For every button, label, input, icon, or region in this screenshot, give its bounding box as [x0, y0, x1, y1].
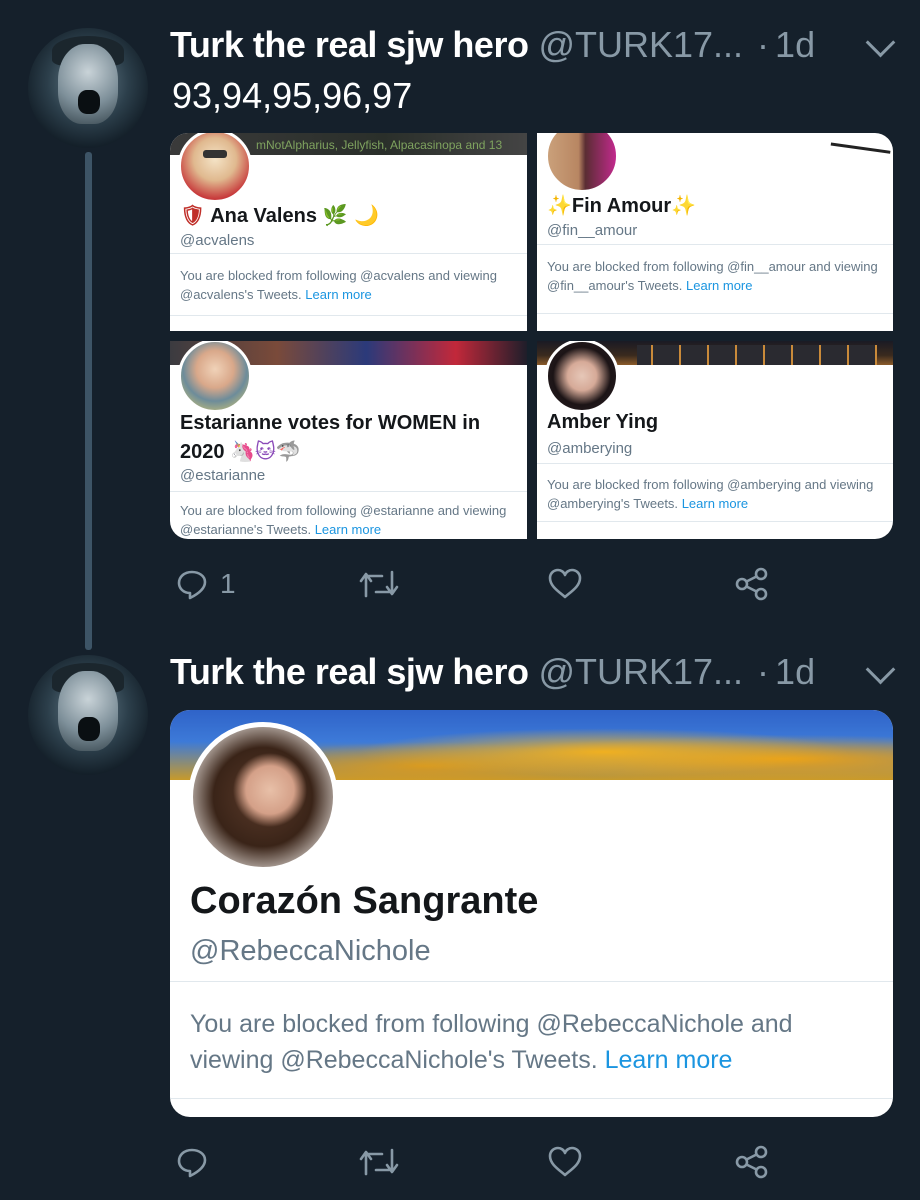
profile-name: Estarianne votes for WOMEN in 2020 🦄🐱🦈: [180, 412, 481, 463]
profile-avatar[interactable]: [545, 341, 619, 413]
separator-dot: ·: [757, 651, 770, 692]
retweet-icon: [359, 570, 399, 598]
share-icon: [735, 567, 768, 601]
author-name[interactable]: Turk the real sjw hero: [170, 24, 529, 66]
separator-dot: ·: [757, 24, 770, 65]
profile-name: ✨Fin Amour✨: [547, 193, 697, 217]
like-button[interactable]: [548, 1146, 582, 1178]
author-name[interactable]: Turk the real sjw hero: [170, 651, 529, 693]
like-button[interactable]: [548, 568, 582, 600]
author-avatar[interactable]: [28, 28, 148, 148]
profile-card[interactable]: Estarianne votes for WOMEN in 2020 🦄🐱🦈 @…: [170, 341, 527, 539]
tweet-time[interactable]: 1d: [775, 651, 815, 693]
reply-count: 1: [220, 568, 236, 599]
tweet-header: Turk the real sjw hero @TURK17... · 1d: [170, 24, 815, 66]
learn-more-link[interactable]: Learn more: [605, 1046, 733, 1074]
learn-more-link[interactable]: Learn more: [305, 287, 371, 302]
profile-handle: @RebeccaNichole: [190, 935, 431, 967]
blocked-message: You are blocked from following @RebeccaN…: [190, 1010, 793, 1074]
profile-avatar[interactable]: [545, 133, 619, 193]
tweet-text: 93,94,95,96,97: [172, 75, 413, 116]
retweet-button[interactable]: [358, 1146, 400, 1178]
profile-name: Amber Ying: [547, 411, 659, 433]
share-icon: [735, 1145, 768, 1179]
blocked-message: You are blocked from following @estarian…: [180, 503, 507, 537]
learn-more-link[interactable]: Learn more: [682, 496, 748, 511]
divider: [537, 463, 893, 464]
like-icon: [548, 1146, 582, 1177]
profile-avatar[interactable]: [178, 133, 252, 203]
author-avatar[interactable]: [28, 655, 148, 775]
profile-handle: @acvalens: [180, 232, 255, 249]
reply-icon: [177, 570, 207, 600]
reply-button[interactable]: [176, 1146, 208, 1178]
profile-avatar[interactable]: [178, 341, 252, 413]
profile-card[interactable]: Amber Ying @ambe​rying You are blocked f…: [537, 341, 893, 539]
profile-card[interactable]: mNotAlpharius, Jellyfish, Alpacasinopa a…: [170, 133, 527, 331]
chevron-down-icon[interactable]: [865, 654, 896, 685]
share-button[interactable]: [735, 1145, 769, 1179]
profile-avatar[interactable]: [188, 722, 338, 872]
thread-line: [85, 152, 92, 650]
author-handle[interactable]: @TURK17...: [538, 651, 743, 693]
profile-handle: @estarianne: [180, 467, 266, 484]
tweet-time[interactable]: 1d: [775, 24, 815, 66]
divider: [170, 981, 893, 982]
blocked-message: You are blocked from following @amberyin…: [547, 477, 874, 511]
chevron-down-icon[interactable]: [865, 27, 896, 58]
divider: [170, 253, 527, 254]
author-handle[interactable]: @TURK17...: [538, 24, 743, 66]
profile-name: 🛡 Ana Valens 🌿 🌙: [180, 203, 380, 227]
profile-handle: @fin__amour: [547, 222, 638, 239]
reply-icon: [177, 1148, 207, 1178]
retweet-icon: [359, 1148, 399, 1176]
reply-button[interactable]: 1: [176, 568, 236, 600]
learn-more-link[interactable]: Learn more: [315, 522, 381, 537]
divider: [537, 244, 893, 245]
blocked-message: You are blocked from following @acvalens…: [180, 268, 497, 302]
banner-text: mNotAlpharius, Jellyfish, Alpacasinopa a…: [256, 138, 503, 152]
profile-card[interactable]: Corazón Sangrante @RebeccaNichole You ar…: [170, 710, 893, 1117]
tweet-header: Turk the real sjw hero @TURK17... · 1d: [170, 651, 815, 693]
retweet-button[interactable]: [358, 568, 400, 600]
profile-handle: @ambe​rying: [547, 440, 633, 457]
share-button[interactable]: [735, 567, 769, 601]
profile-name: Corazón Sangrante: [190, 880, 539, 922]
like-icon: [548, 568, 582, 599]
learn-more-link[interactable]: Learn more: [686, 278, 752, 293]
profile-card[interactable]: ✨Fin Amour✨ @fin__amour You are blocked …: [537, 133, 893, 331]
divider: [170, 491, 527, 492]
blocked-message: You are blocked from following @fin__amo…: [547, 259, 878, 293]
